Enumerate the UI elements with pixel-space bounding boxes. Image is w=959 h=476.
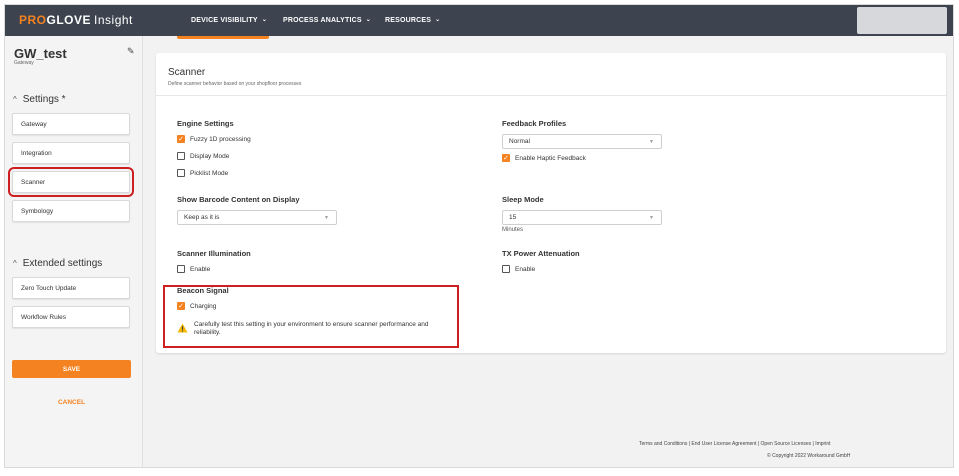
feedback-profile-select[interactable]: Normal ▼ bbox=[502, 134, 662, 149]
nav-process-analytics[interactable]: PROCESS ANALYTICS ⌄ bbox=[283, 5, 371, 36]
checkbox-checked-icon: ✓ bbox=[177, 302, 185, 310]
card-title: Scanner bbox=[168, 67, 206, 78]
sleep-mode-select[interactable]: 15 ▼ bbox=[502, 210, 662, 225]
checkbox-checked-icon: ✓ bbox=[502, 154, 510, 162]
sidebar-item-scanner[interactable]: Scanner bbox=[8, 167, 134, 197]
logo-pro: PRO bbox=[19, 13, 47, 27]
checkbox-checked-icon: ✓ bbox=[177, 135, 185, 143]
checkbox-label: Display Mode bbox=[190, 152, 230, 160]
extended-settings-header[interactable]: ^ Extended settings bbox=[13, 258, 102, 269]
gateway-type: Gateway bbox=[14, 60, 34, 66]
settings-heading: Settings * bbox=[22, 94, 66, 105]
save-button[interactable]: SAVE bbox=[12, 360, 131, 378]
dropdown-arrow-icon: ▼ bbox=[324, 215, 329, 221]
checkbox-label: Enable Haptic Feedback bbox=[515, 154, 586, 162]
barcode-display-heading: Show Barcode Content on Display bbox=[177, 195, 300, 204]
sidebar-item-integration[interactable]: Integration bbox=[12, 142, 130, 164]
checkbox-label: Picklist Mode bbox=[190, 169, 229, 177]
dropdown-arrow-icon: ▼ bbox=[649, 139, 654, 145]
nav-device-visibility[interactable]: DEVICE VISIBILITY ⌄ bbox=[191, 5, 267, 36]
proglove-logo[interactable]: PROGLOVE Insight bbox=[19, 13, 133, 27]
footer-copyright: © Copyright 2022 Workaround GmbH bbox=[767, 453, 851, 459]
card-subtitle: Define scanner behavior based on your sh… bbox=[168, 81, 302, 87]
checkbox-label: Enable bbox=[190, 265, 211, 273]
logo-insight: Insight bbox=[94, 13, 133, 27]
illumination-heading: Scanner Illumination bbox=[177, 249, 251, 258]
divider bbox=[156, 95, 946, 96]
footer-links[interactable]: Terms and Conditions | End User License … bbox=[639, 441, 831, 447]
warning-icon bbox=[177, 323, 188, 333]
sidebar-item-workflow-rules[interactable]: Workflow Rules bbox=[12, 306, 130, 328]
engine-settings-heading: Engine Settings bbox=[177, 119, 234, 128]
checkbox-unchecked-icon bbox=[177, 265, 185, 273]
gateway-name: GW_test bbox=[14, 46, 67, 61]
select-value: 15 bbox=[509, 214, 517, 221]
sidebar-item-symbology[interactable]: Symbology bbox=[12, 200, 130, 222]
fuzzy-1d-checkbox[interactable]: ✓ Fuzzy 1D processing bbox=[177, 135, 251, 143]
chevron-down-icon: ⌄ bbox=[365, 17, 371, 23]
nav-resources[interactable]: RESOURCES ⌄ bbox=[385, 5, 440, 36]
tx-power-heading: TX Power Attenuation bbox=[502, 249, 580, 258]
display-mode-checkbox[interactable]: Display Mode bbox=[177, 152, 229, 160]
user-menu[interactable] bbox=[857, 7, 947, 34]
sidebar-item-gateway[interactable]: Gateway bbox=[12, 113, 130, 135]
pencil-icon[interactable]: ✎ bbox=[127, 46, 135, 57]
active-nav-indicator bbox=[177, 36, 269, 39]
nav-label: DEVICE VISIBILITY bbox=[191, 17, 258, 24]
cancel-button[interactable]: CANCEL bbox=[12, 394, 131, 410]
chevron-up-icon: ^ bbox=[13, 259, 17, 268]
top-navigation-bar: PROGLOVE Insight DEVICE VISIBILITY ⌄ PROCE… bbox=[5, 5, 953, 36]
beacon-charging-checkbox[interactable]: ✓ Charging bbox=[177, 302, 216, 310]
nav-label: RESOURCES bbox=[385, 17, 432, 24]
barcode-display-select[interactable]: Keep as it is ▼ bbox=[177, 210, 337, 225]
dropdown-arrow-icon: ▼ bbox=[649, 215, 654, 221]
app-window: PROGLOVE Insight DEVICE VISIBILITY ⌄ PROCE… bbox=[4, 4, 954, 468]
logo-glove: GLOVE bbox=[46, 13, 92, 27]
beacon-signal-heading: Beacon Signal bbox=[177, 286, 229, 295]
nav-label: PROCESS ANALYTICS bbox=[283, 17, 362, 24]
warning-text: Carefully test this setting in your envi… bbox=[194, 321, 429, 337]
extended-heading: Extended settings bbox=[22, 258, 103, 269]
checkbox-unchecked-icon bbox=[502, 265, 510, 273]
checkbox-unchecked-icon bbox=[177, 152, 185, 160]
sleep-mode-heading: Sleep Mode bbox=[502, 195, 544, 204]
sidebar: GW_test Gateway ✎ ^ Settings * Gateway I… bbox=[5, 36, 143, 467]
picklist-mode-checkbox[interactable]: Picklist Mode bbox=[177, 169, 228, 177]
checkbox-label: Fuzzy 1D processing bbox=[190, 135, 251, 143]
select-value: Normal bbox=[509, 138, 530, 145]
beacon-warning: Carefully test this setting in your envi… bbox=[177, 321, 453, 338]
tx-power-enable-checkbox[interactable]: Enable bbox=[502, 265, 535, 273]
feedback-profiles-heading: Feedback Profiles bbox=[502, 119, 567, 128]
illumination-enable-checkbox[interactable]: Enable bbox=[177, 265, 210, 273]
select-value: Keep as it is bbox=[184, 214, 220, 221]
chevron-down-icon: ⌄ bbox=[261, 17, 268, 23]
haptic-feedback-checkbox[interactable]: ✓ Enable Haptic Feedback bbox=[502, 154, 586, 162]
chevron-up-icon: ^ bbox=[13, 95, 17, 104]
settings-section-header[interactable]: ^ Settings * bbox=[13, 94, 66, 105]
sidebar-item-zero-touch-update[interactable]: Zero Touch Update bbox=[12, 277, 130, 299]
chevron-down-icon: ⌄ bbox=[435, 17, 441, 23]
sleep-mode-unit: Minutes bbox=[502, 227, 524, 233]
checkbox-label: Charging bbox=[190, 302, 217, 310]
checkbox-unchecked-icon bbox=[177, 169, 185, 177]
checkbox-label: Enable bbox=[515, 265, 536, 273]
